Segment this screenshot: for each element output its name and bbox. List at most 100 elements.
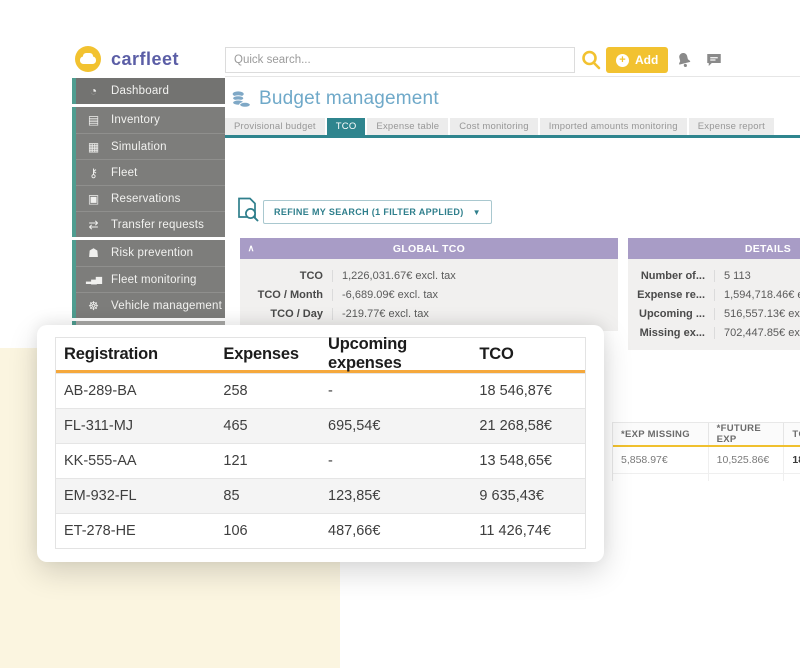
kv-row-tco-day: TCO / Day -219.77€ excl. tax xyxy=(240,304,618,323)
sidebar-item-reservations[interactable]: ▣ Reservations xyxy=(76,185,225,211)
cell-upcoming-expenses: 123,85€ xyxy=(320,479,471,513)
kv-row-missing: Missing ex... 702,447.85€ excl. tax xyxy=(628,323,800,342)
sidebar: ◔ Dashboard ▤ Inventory ▦ Simulation ⚷ F… xyxy=(72,78,225,335)
topbar: carfleet + Add xyxy=(0,45,800,77)
sidebar-item-fleet-monitoring[interactable]: ▂▄▆ Fleet monitoring xyxy=(76,266,225,292)
messages-button[interactable] xyxy=(702,48,726,72)
sidebar-item-vehicle-management[interactable]: ☸ Vehicle management xyxy=(76,292,225,318)
table-row[interactable]: ET-278-HE 106 487,66€ 11 426,74€ xyxy=(56,513,585,548)
cell-upcoming-expenses: 487,66€ xyxy=(320,514,471,548)
cell-tco: 18 546,87€ xyxy=(471,374,585,408)
add-button[interactable]: + Add xyxy=(606,47,668,73)
details-title: DETAILS xyxy=(628,243,800,255)
plus-icon: + xyxy=(616,54,629,67)
kv-label: Missing ex... xyxy=(628,327,714,339)
sidebar-item-dashboard[interactable]: ◔ Dashboard xyxy=(76,78,225,104)
cell-exp-missing: 5,858.97€ xyxy=(613,447,708,473)
tab-imported-amounts-monitoring[interactable]: Imported amounts monitoring xyxy=(540,118,687,135)
cell-tco: 21 268,58€ xyxy=(471,409,585,443)
steering-wheel-icon: ☸ xyxy=(85,300,102,312)
refine-search-label: REFINE MY SEARCH (1 FILTER APPLIED) xyxy=(274,207,464,217)
search-icon[interactable] xyxy=(580,49,602,71)
link-icon: ⇄ xyxy=(85,219,102,231)
kv-label: TCO xyxy=(240,270,332,282)
topbar-divider xyxy=(225,76,800,77)
sidebar-item-label: Vehicle management xyxy=(111,300,222,312)
kv-label: TCO / Day xyxy=(240,308,332,320)
bar-chart-icon: ▂▄▆ xyxy=(85,276,102,284)
table-row[interactable]: EM-932-FL 85 123,85€ 9 635,43€ xyxy=(56,478,585,513)
sidebar-item-label: Reservations xyxy=(111,193,181,205)
refine-search-icon[interactable] xyxy=(237,197,259,227)
global-tco-title: GLOBAL TCO xyxy=(262,243,596,255)
brand-logo[interactable]: carfleet xyxy=(75,46,179,72)
kv-label: TCO / Month xyxy=(240,289,332,301)
cell-expenses: 106 xyxy=(215,514,320,548)
sidebar-item-inventory[interactable]: ▤ Inventory xyxy=(76,107,225,133)
tab-tco[interactable]: TCO xyxy=(327,118,366,135)
search-input[interactable] xyxy=(225,47,575,73)
tab-provisional-budget[interactable]: Provisional budget xyxy=(225,118,325,135)
car-logo-icon xyxy=(75,46,101,72)
cell-expenses: 121 xyxy=(215,444,320,478)
column-header-exp-missing: *EXP MISSING xyxy=(613,423,708,445)
cell-registration: FL-311-MJ xyxy=(56,409,215,443)
cell-tco: 18 xyxy=(783,447,800,473)
page-header: Budget management xyxy=(232,88,439,110)
refine-search-button[interactable]: REFINE MY SEARCH (1 FILTER APPLIED) ▼ xyxy=(263,200,492,224)
kv-value: 516,557.13€ excl. tax xyxy=(714,308,800,320)
cell-registration: EM-932-FL xyxy=(56,479,215,513)
kv-value: 1,226,031.67€ excl. tax xyxy=(332,270,456,282)
chat-icon xyxy=(705,51,723,69)
global-tco-header: ∧ GLOBAL TCO xyxy=(240,238,618,259)
sidebar-item-label: Fleet monitoring xyxy=(111,274,197,286)
kv-row-expense: Expense re... 1,594,718.46€ excl. tax xyxy=(628,285,800,304)
kv-row-number: Number of... 5 113 xyxy=(628,266,800,285)
table-row[interactable]: FL-311-MJ 465 695,54€ 21 268,58€ xyxy=(56,408,585,443)
kv-row-upcoming: Upcoming ... 516,557.13€ excl. tax xyxy=(628,304,800,323)
add-button-label: Add xyxy=(635,53,658,67)
sidebar-item-transfer-requests[interactable]: ⇄ Transfer requests xyxy=(76,211,225,237)
tab-cost-monitoring[interactable]: Cost monitoring xyxy=(450,118,538,135)
cell-exp-missing: 6,208.02€ xyxy=(613,474,708,481)
table-header-row: Registration Expenses Upcoming expenses … xyxy=(56,338,585,373)
kv-row-tco-month: TCO / Month -6,689.09€ excl. tax xyxy=(240,285,618,304)
details-header: DETAILS xyxy=(628,238,800,259)
kv-value: -6,689.09€ excl. tax xyxy=(332,289,438,301)
brand-name: carfleet xyxy=(111,49,179,70)
details-panel: DETAILS Number of... 5 113 Expense re...… xyxy=(628,238,800,350)
sidebar-item-label: Fleet xyxy=(111,167,138,179)
kv-value: 1,594,718.46€ excl. tax xyxy=(714,289,800,301)
tab-bar-underline xyxy=(225,135,800,138)
sidebar-item-fleet[interactable]: ⚷ Fleet xyxy=(76,159,225,185)
expense-mini-table: *EXP MISSING *FUTURE EXP TCO 5,858.97€ 1… xyxy=(612,422,800,481)
bell-icon xyxy=(673,49,695,71)
sidebar-item-simulation[interactable]: ▦ Simulation xyxy=(76,133,225,159)
collapse-icon[interactable]: ∧ xyxy=(240,243,262,254)
notifications-button[interactable] xyxy=(672,48,696,72)
column-header-registration: Registration xyxy=(56,338,215,370)
tab-expense-table[interactable]: Expense table xyxy=(367,118,448,135)
details-body: Number of... 5 113 Expense re... 1,594,7… xyxy=(628,259,800,350)
cell-tco: 13 548,65€ xyxy=(471,444,585,478)
coins-icon xyxy=(232,91,251,108)
inventory-icon: ▤ xyxy=(85,114,102,126)
tab-expense-report[interactable]: Expense report xyxy=(689,118,774,135)
cell-upcoming-expenses: - xyxy=(320,374,471,408)
cell-tco: 9 635,43€ xyxy=(471,479,585,513)
kv-label: Upcoming ... xyxy=(628,308,714,320)
kv-value: 702,447.85€ excl. tax xyxy=(714,327,800,339)
mini-table-header: *EXP MISSING *FUTURE EXP TCO xyxy=(613,423,800,447)
table-row: 6,208.02€ 2,621.84€ 1 xyxy=(613,474,800,481)
column-header-tco: TCO xyxy=(471,338,585,370)
cell-registration: KK-555-AA xyxy=(56,444,215,478)
table-row[interactable]: KK-555-AA 121 - 13 548,65€ xyxy=(56,443,585,478)
sidebar-item-risk-prevention[interactable]: ☗ Risk prevention xyxy=(76,240,225,266)
cell-future-exp: 10,525.86€ xyxy=(708,447,784,473)
chevron-down-icon: ▼ xyxy=(473,208,481,217)
kv-value: 5 113 xyxy=(714,270,751,282)
zoom-callout-card: Registration Expenses Upcoming expenses … xyxy=(37,325,604,562)
table-row[interactable]: AB-289-BA 258 - 18 546,87€ xyxy=(56,373,585,408)
kv-label: Number of... xyxy=(628,270,714,282)
dashboard-icon: ◔ xyxy=(85,85,102,97)
